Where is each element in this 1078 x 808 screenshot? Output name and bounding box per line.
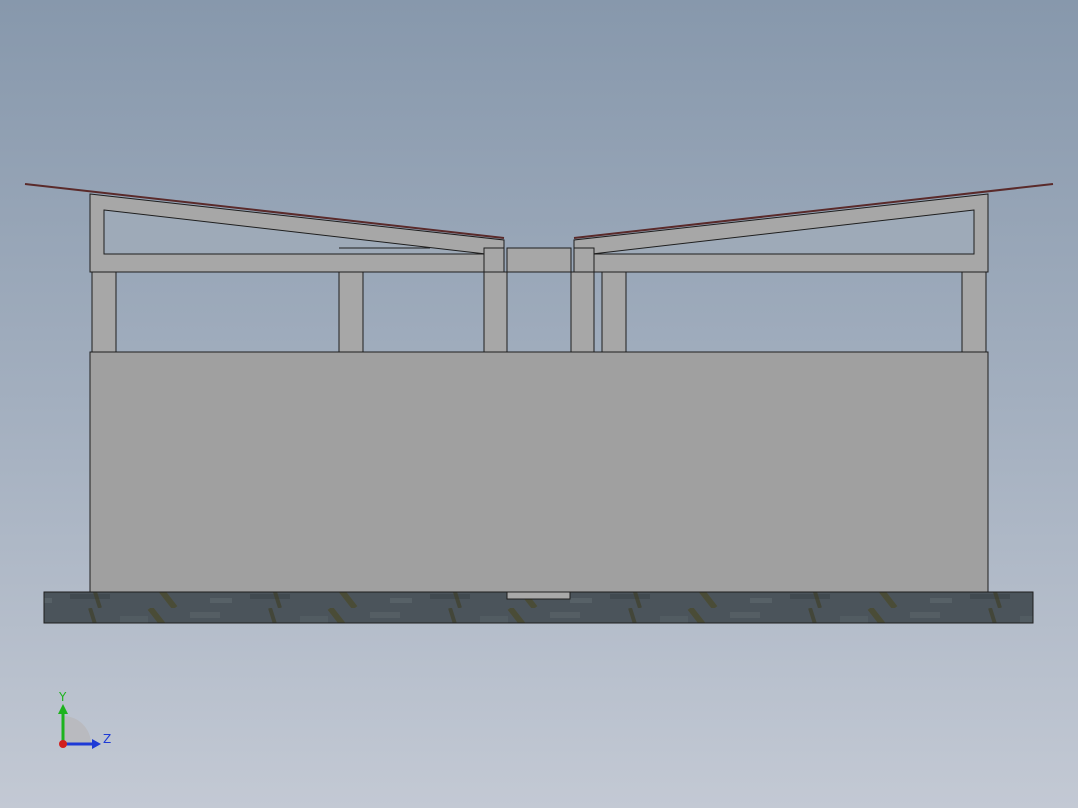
- z-axis-label: Z: [103, 732, 111, 746]
- y-axis-label: Y: [58, 690, 67, 704]
- coordinate-triad: Y Z: [58, 690, 111, 749]
- column-center-right: [570, 271, 595, 353]
- center-ridge-block: [506, 247, 572, 273]
- z-axis-arrow: [92, 739, 101, 749]
- right-roof-truss: [573, 183, 1054, 273]
- column-right-mid: [601, 271, 627, 353]
- graphics-viewport[interactable]: Y Z: [0, 0, 1078, 808]
- left-roof-truss: [24, 183, 505, 273]
- y-axis-arrow: [58, 704, 68, 714]
- column-left-mid: [338, 271, 364, 353]
- door-threshold: [506, 591, 571, 600]
- model-view[interactable]: Y Z: [0, 0, 1078, 808]
- column-left-outer: [91, 271, 117, 353]
- ground-slab: [43, 591, 1034, 624]
- column-center-left: [483, 271, 508, 353]
- building-wall: [89, 351, 989, 593]
- x-axis-dot: [59, 740, 67, 748]
- columns: [91, 271, 987, 353]
- column-right-outer: [961, 271, 987, 353]
- triad-quarter-disc: [63, 716, 91, 744]
